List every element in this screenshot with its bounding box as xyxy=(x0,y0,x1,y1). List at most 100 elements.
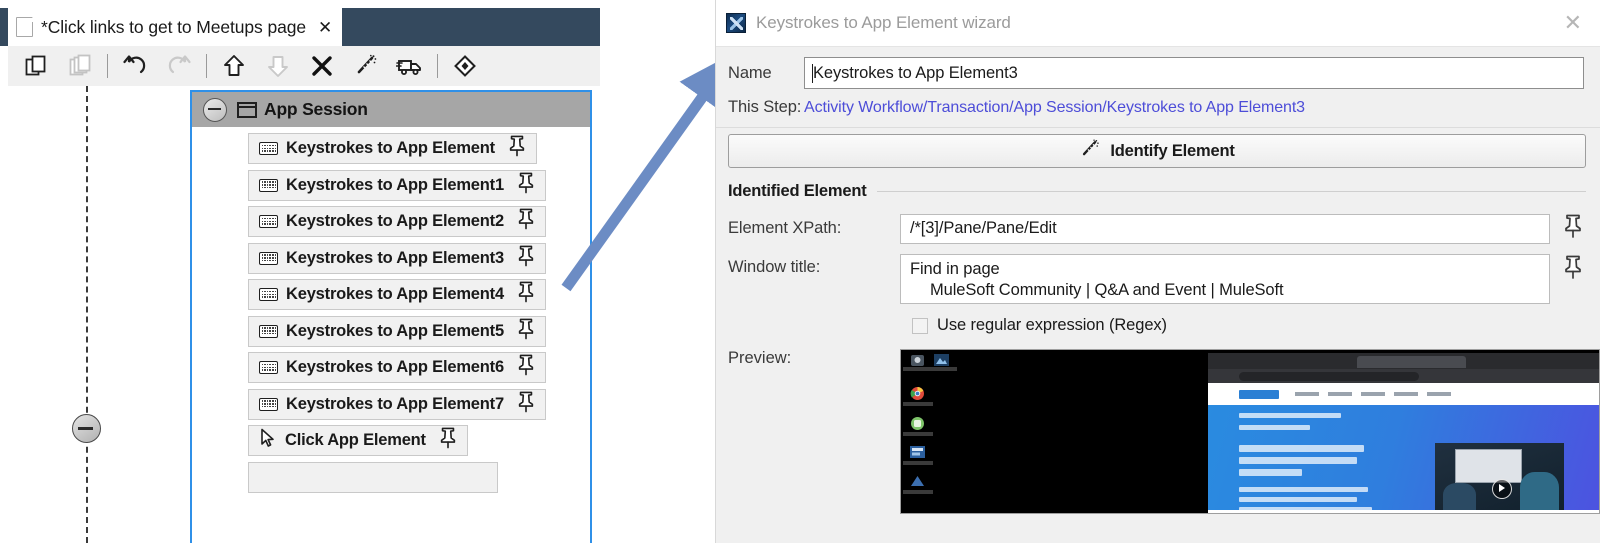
window-icon xyxy=(237,101,257,118)
close-icon[interactable]: ✕ xyxy=(1560,12,1586,34)
keyboard-icon xyxy=(259,361,278,374)
tab-label: *Click links to get to Meetups page xyxy=(41,16,306,37)
arrow-up-icon xyxy=(221,53,247,79)
preview-video-screen xyxy=(1455,448,1522,483)
close-icon[interactable]: ✕ xyxy=(318,19,332,36)
copy-icon xyxy=(23,53,49,79)
preview-video-thumbnail xyxy=(1434,443,1564,513)
preview-text-line xyxy=(1239,469,1302,476)
identify-element-toolbar-button[interactable] xyxy=(344,47,388,85)
desktop-icon-label xyxy=(903,461,933,465)
window-title-line2: MuleSoft Community | Q&A and Event | Mul… xyxy=(930,281,1284,299)
pin-icon[interactable] xyxy=(516,317,536,346)
tree-node-label: Keystrokes to App Element1 xyxy=(286,175,504,194)
close-x-icon xyxy=(309,53,335,79)
tree-node-list: Keystrokes to App Element Keystrokes to A… xyxy=(192,127,590,503)
tree-node[interactable]: Keystrokes to App Element6 xyxy=(248,352,546,383)
tree-node[interactable] xyxy=(248,461,498,493)
tree-node-label: Keystrokes to App Element2 xyxy=(286,212,504,230)
properties-button[interactable] xyxy=(443,47,487,85)
pin-icon[interactable] xyxy=(438,426,458,455)
play-icon xyxy=(1491,479,1512,500)
editor-toolbar xyxy=(8,46,600,86)
preview-text-line xyxy=(1239,445,1365,452)
copy-button[interactable] xyxy=(14,47,58,85)
preview-text-line xyxy=(1239,487,1369,492)
document-icon xyxy=(16,16,34,37)
keyboard-icon xyxy=(259,178,278,192)
pin-icon[interactable] xyxy=(507,134,527,163)
mouse-cursor-icon xyxy=(259,428,277,453)
tree-node[interactable]: Keystrokes to App Element5 xyxy=(248,315,546,347)
tree-header-app-session[interactable]: App Session xyxy=(192,92,590,127)
desktop-icon-label xyxy=(903,432,933,436)
wizard-app-icon xyxy=(726,13,746,33)
tree-node[interactable]: Keystrokes to App Element7 xyxy=(248,388,546,420)
preview-text-line xyxy=(1239,413,1341,418)
tree-node[interactable]: Keystrokes to App Element xyxy=(248,133,537,164)
preview-browser-window xyxy=(1208,353,1599,513)
pin-icon[interactable] xyxy=(1562,254,1584,285)
magic-wand-icon xyxy=(353,53,379,79)
window-title-row: Window title: Find in page MuleSoft Comm… xyxy=(716,244,1600,304)
wizard-titlebar: Keystrokes to App Element wizard ✕ xyxy=(716,0,1600,46)
this-step-label: This Step: xyxy=(728,98,802,116)
tree-node[interactable]: Keystrokes to App Element3 xyxy=(248,242,546,274)
identify-element-button[interactable]: Identify Element xyxy=(728,134,1586,168)
tree-node[interactable]: Keystrokes to App Element2 xyxy=(248,206,546,237)
wizard-title: Keystrokes to App Element wizard xyxy=(756,13,1011,32)
preview-image[interactable] xyxy=(900,349,1600,514)
window-title-input[interactable]: Find in page MuleSoft Community | Q&A an… xyxy=(900,254,1550,304)
truck-icon xyxy=(396,53,424,79)
tree-node-label: Keystrokes to App Element4 xyxy=(286,285,504,303)
identified-element-legend: Identified Element xyxy=(728,182,1600,201)
pin-icon[interactable] xyxy=(516,207,536,236)
pin-icon[interactable] xyxy=(1562,213,1584,244)
desktop-icon-label xyxy=(903,402,933,406)
preview-row: Preview: xyxy=(716,335,1600,514)
identified-element-legend-text: Identified Element xyxy=(728,182,867,200)
undo-icon xyxy=(121,52,149,80)
preview-text-line xyxy=(1239,497,1357,502)
paste-button[interactable] xyxy=(58,47,102,85)
preview-browser-url xyxy=(1239,371,1420,381)
collapse-minus-icon[interactable] xyxy=(72,414,101,443)
delete-button[interactable] xyxy=(300,47,344,85)
tree-node-label: Keystrokes to App Element3 xyxy=(286,248,504,267)
tree-node[interactable]: Keystrokes to App Element4 xyxy=(248,279,546,310)
use-regex-row: Use regular expression (Regex) xyxy=(716,304,1600,335)
this-step-path-link[interactable]: Activity Workflow/Transaction/App Sessio… xyxy=(804,99,1305,117)
desktop-icon xyxy=(911,417,924,430)
preview-nav-item xyxy=(1328,392,1353,396)
pin-icon[interactable] xyxy=(516,390,536,419)
diamond-icon xyxy=(452,53,478,79)
pin-icon[interactable] xyxy=(516,353,536,382)
desktop-icon xyxy=(911,476,924,486)
collapse-minus-icon[interactable] xyxy=(203,97,227,122)
move-down-button[interactable] xyxy=(256,47,300,85)
tree-node[interactable]: Click App Element xyxy=(248,425,468,456)
tab-strip: *Click links to get to Meetups page ✕ xyxy=(0,8,600,46)
redo-button[interactable] xyxy=(157,47,201,85)
tree-node-label: Click App Element xyxy=(285,431,426,449)
move-up-button[interactable] xyxy=(212,47,256,85)
tree-node[interactable]: Keystrokes to App Element1 xyxy=(248,169,546,201)
element-xpath-row: Element XPath: /*[3]/Pane/Pane/Edit xyxy=(716,201,1600,244)
name-input[interactable]: Keystrokes to App Element3 xyxy=(804,57,1584,89)
pin-icon[interactable] xyxy=(516,244,536,273)
preview-browser-urlbar xyxy=(1208,369,1599,383)
pin-icon[interactable] xyxy=(516,171,536,200)
use-regex-checkbox[interactable] xyxy=(912,317,928,334)
keyboard-icon xyxy=(259,324,278,338)
workflow-editor-pane: *Click links to get to Meetups page ✕ Ap… xyxy=(0,0,600,543)
undo-button[interactable] xyxy=(113,47,157,85)
arrow-down-icon xyxy=(265,53,291,79)
pin-icon[interactable] xyxy=(516,280,536,309)
tab-click-links-to-get-to-meetups-page[interactable]: *Click links to get to Meetups page ✕ xyxy=(8,8,343,46)
toolbar-separator xyxy=(107,54,108,78)
element-xpath-input[interactable]: /*[3]/Pane/Pane/Edit xyxy=(900,213,1550,244)
deploy-button[interactable] xyxy=(388,47,432,85)
magic-wand-icon xyxy=(1079,138,1101,165)
preview-nav-item xyxy=(1295,392,1320,396)
this-step-row: This Step: Activity Workflow/Transaction… xyxy=(716,89,1600,127)
